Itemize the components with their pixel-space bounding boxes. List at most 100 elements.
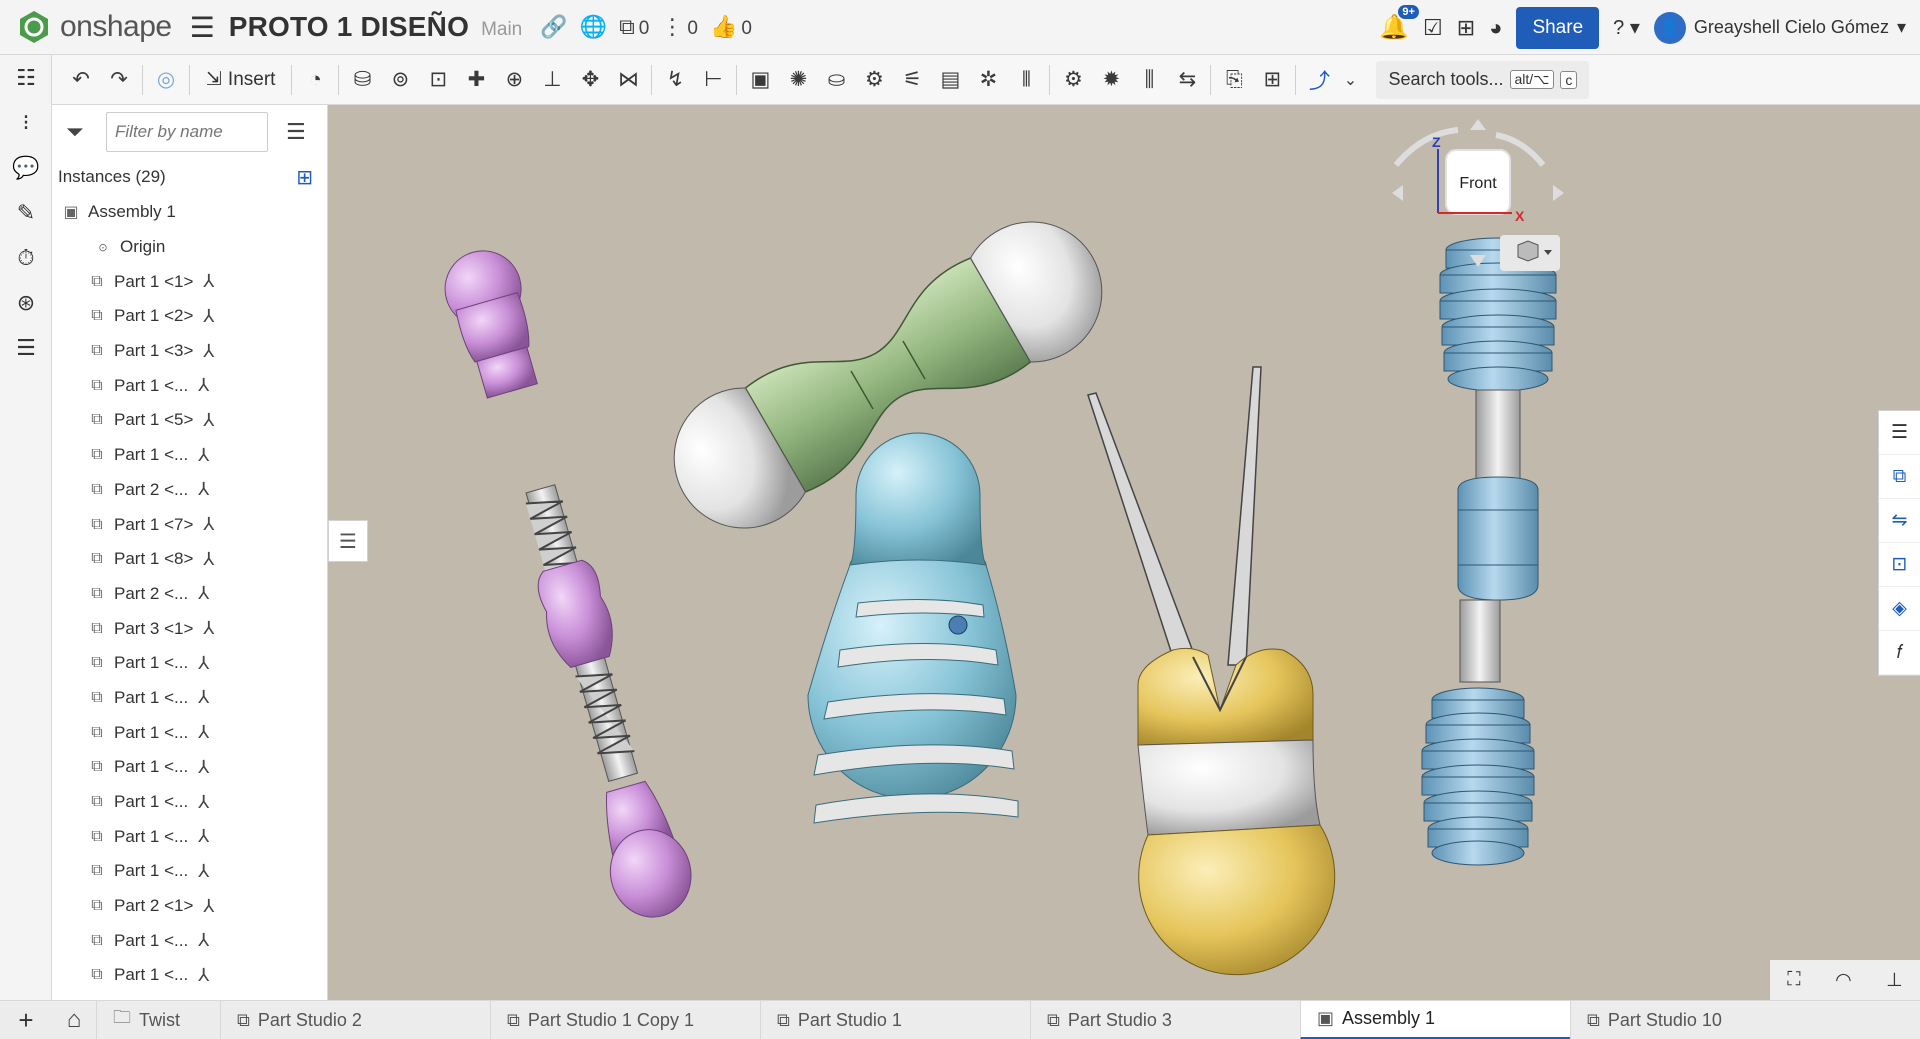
revolute-mate-icon[interactable]: ⊚ bbox=[381, 61, 419, 99]
measure-icon[interactable]: ⤴ bbox=[1300, 61, 1338, 99]
render-mode-icon[interactable]: ◠ bbox=[1835, 969, 1852, 992]
comments-icon[interactable]: 💬 bbox=[0, 145, 52, 190]
mirror-icon[interactable]: ⫼ bbox=[1130, 61, 1168, 99]
mates-icon[interactable]: ⁝ bbox=[0, 100, 52, 145]
tree-item-part[interactable]: ⧉ Part 1 <... ⅄ bbox=[52, 750, 327, 785]
globe-icon[interactable]: 🌐 bbox=[580, 14, 607, 40]
purple-spring-part[interactable] bbox=[434, 241, 701, 926]
link-icon[interactable]: 🔗 bbox=[540, 14, 567, 40]
bom-icon[interactable]: ☰ bbox=[0, 325, 52, 370]
section-view-icon[interactable]: ⊞ bbox=[1253, 61, 1291, 99]
tab-part-studio-3[interactable]: ⧉ Part Studio 3 bbox=[1030, 1000, 1300, 1039]
variables-icon[interactable]: 𝑓 bbox=[1879, 631, 1920, 675]
mate-connector-icon[interactable]: ⅄ bbox=[198, 375, 209, 396]
tree-item-part[interactable]: ⧉ Part 1 <... ⅄ bbox=[52, 958, 327, 993]
graphics-viewport[interactable]: Front Z X bbox=[328, 105, 1920, 1000]
collapse-panel-button[interactable]: ☰ bbox=[328, 520, 368, 562]
document-title[interactable]: PROTO 1 DISEÑO bbox=[229, 11, 469, 43]
named-position-icon[interactable]: ⎘ bbox=[1215, 61, 1253, 99]
add-tab-button[interactable]: + bbox=[0, 1005, 52, 1036]
mate-connector-icon[interactable]: ⅄ bbox=[198, 965, 209, 986]
yellow-blade-part[interactable] bbox=[1087, 366, 1336, 976]
share-button[interactable]: Share bbox=[1516, 6, 1600, 49]
search-tools-input[interactable]: Search tools... alt/⌥ c bbox=[1376, 60, 1590, 99]
tree-item-part[interactable]: ⧉ Part 1 <... ⅄ bbox=[52, 368, 327, 403]
versions-button[interactable]: ⋮ 0 bbox=[661, 14, 698, 40]
blue-bulb-part[interactable] bbox=[807, 432, 1019, 824]
notifications-button[interactable]: 🔔 9+ bbox=[1379, 5, 1419, 42]
app-store-icon[interactable]: ⊞ bbox=[1457, 15, 1475, 41]
history-icon[interactable]: ⏱ bbox=[0, 235, 52, 280]
tree-item-part[interactable]: ⧉ Part 1 <8> ⅄ bbox=[52, 542, 327, 577]
tab-part-studio-1-copy-1[interactable]: ⧉ Part Studio 1 Copy 1 bbox=[490, 1000, 760, 1039]
rotate-right-icon[interactable] bbox=[1553, 185, 1564, 201]
mate-connector-icon[interactable]: ⅄ bbox=[198, 826, 209, 847]
pin-slot-mate-icon[interactable]: ⊥ bbox=[533, 61, 571, 99]
screw-relation-icon[interactable]: ▤ bbox=[931, 61, 969, 99]
tree-item-part[interactable]: ⧉ Part 1 <... ⅄ bbox=[52, 854, 327, 889]
notes-icon[interactable]: ✎ bbox=[0, 190, 52, 235]
circular-pattern-icon[interactable]: ✹ bbox=[1092, 61, 1130, 99]
linear-relation-icon[interactable]: ✲ bbox=[969, 61, 1007, 99]
tree-item-part[interactable]: ⧉ Part 1 <3> ⅄ bbox=[52, 334, 327, 369]
mate-connector-icon[interactable]: ⅄ bbox=[203, 341, 214, 362]
group-icon[interactable]: ▣ bbox=[741, 61, 779, 99]
tree-item-part[interactable]: ⧉ Part 1 <... ⅄ bbox=[52, 715, 327, 750]
tab-assembly-1[interactable]: ▣ Assembly 1 bbox=[1300, 1000, 1570, 1039]
add-folder-icon[interactable]: ⊞ bbox=[296, 165, 313, 190]
configurations-icon[interactable]: ⊛ bbox=[0, 280, 52, 325]
mate-connector-icon[interactable]: ⅄ bbox=[198, 722, 209, 743]
explode-icon[interactable]: ⇆ bbox=[1168, 61, 1206, 99]
tree-item-part[interactable]: ⧉ Part 1 <7> ⅄ bbox=[52, 507, 327, 542]
onshape-logo[interactable]: onshape bbox=[16, 9, 172, 45]
properties-icon[interactable]: ☰ bbox=[1879, 411, 1920, 455]
redo-icon[interactable]: ↷ bbox=[100, 61, 138, 99]
tab-folder-twist[interactable]: 🗀 Twist bbox=[96, 1000, 220, 1039]
help-button[interactable]: ? ▾ bbox=[1613, 15, 1640, 40]
tree-item-part[interactable]: ⧉ Part 1 <... ⅄ bbox=[52, 438, 327, 473]
tree-item-assembly[interactable]: ▣ Assembly 1 bbox=[52, 195, 327, 230]
copies-button[interactable]: ⧉ 0 bbox=[619, 14, 649, 40]
section-icon[interactable]: ⛶ bbox=[1787, 969, 1800, 991]
tasks-icon[interactable]: ☑ bbox=[1423, 15, 1443, 41]
mass-properties-icon[interactable]: ⊡ bbox=[1879, 543, 1920, 587]
mate-connector-icon[interactable]: ⅄ bbox=[203, 514, 214, 535]
filter-icon[interactable]: ⏷ bbox=[66, 119, 94, 145]
user-menu[interactable]: 👤 Greayshell Cielo Gómez ▾ bbox=[1653, 11, 1906, 44]
planar-mate-icon[interactable]: ✚ bbox=[457, 61, 495, 99]
tree-item-part[interactable]: ⧉ Part 2 <1> ⅄ bbox=[52, 889, 327, 924]
rack-pinion-icon[interactable]: ⚟ bbox=[893, 61, 931, 99]
tree-item-part[interactable]: ⧉ Part 2 <... ⅄ bbox=[52, 473, 327, 508]
mate-connector-icon[interactable]: ⅄ bbox=[203, 410, 214, 431]
blue-threaded-bar-part[interactable] bbox=[1421, 237, 1557, 866]
tree-item-part[interactable]: ⧉ Part 1 <5> ⅄ bbox=[52, 403, 327, 438]
relation-icon[interactable]: ⛀ bbox=[817, 61, 855, 99]
replicate-icon[interactable]: ⫴ bbox=[1007, 61, 1045, 99]
tree-item-part[interactable]: ⧉ Part 1 <2> ⅄ bbox=[52, 299, 327, 334]
mate-connector-icon[interactable]: ✺ bbox=[779, 61, 817, 99]
tab-part-studio-2[interactable]: ⧉ Part Studio 2 bbox=[220, 1000, 490, 1039]
mate-connector-icon[interactable]: ⅄ bbox=[198, 930, 209, 951]
more-tools-chevron-icon[interactable]: ⌄ bbox=[1338, 61, 1362, 99]
measure-ruler-icon[interactable]: ⊥ bbox=[1886, 969, 1903, 992]
branch-label[interactable]: Main bbox=[481, 19, 522, 41]
mate-connector-icon[interactable]: ⅄ bbox=[198, 687, 209, 708]
filter-input[interactable] bbox=[106, 112, 268, 152]
tree-item-part[interactable]: ⧉ Part 2 <... ⅄ bbox=[52, 577, 327, 612]
tree-item-part[interactable]: ⧉ Part 1 <... ⅄ bbox=[52, 785, 327, 820]
insert-button[interactable]: ⇲ Insert bbox=[194, 68, 287, 91]
likes-button[interactable]: 👍 0 bbox=[710, 14, 752, 40]
tree-item-part[interactable]: ⧉ Part 1 <... ⅄ bbox=[52, 646, 327, 681]
home-icon[interactable]: ⌂ bbox=[52, 1006, 96, 1034]
standard-content-icon[interactable]: ◔ bbox=[296, 61, 334, 99]
mate-connector-icon[interactable]: ⅄ bbox=[203, 896, 214, 917]
tree-item-part[interactable]: ⧉ Part 1 <... ⅄ bbox=[52, 681, 327, 716]
tab-part-studio-1[interactable]: ⧉ Part Studio 1 bbox=[760, 1000, 1030, 1039]
mate-connector-icon[interactable]: ⅄ bbox=[203, 549, 214, 570]
appearance-icon[interactable]: ⧉ bbox=[1879, 455, 1920, 499]
slider-mate-icon[interactable]: ⊡ bbox=[419, 61, 457, 99]
fastened-mate-icon[interactable]: ⛁ bbox=[343, 61, 381, 99]
mate-connector-icon[interactable]: ⅄ bbox=[198, 757, 209, 778]
tangent-mate-icon[interactable]: ↯ bbox=[656, 61, 694, 99]
mate-connector-icon[interactable]: ⅄ bbox=[198, 479, 209, 500]
